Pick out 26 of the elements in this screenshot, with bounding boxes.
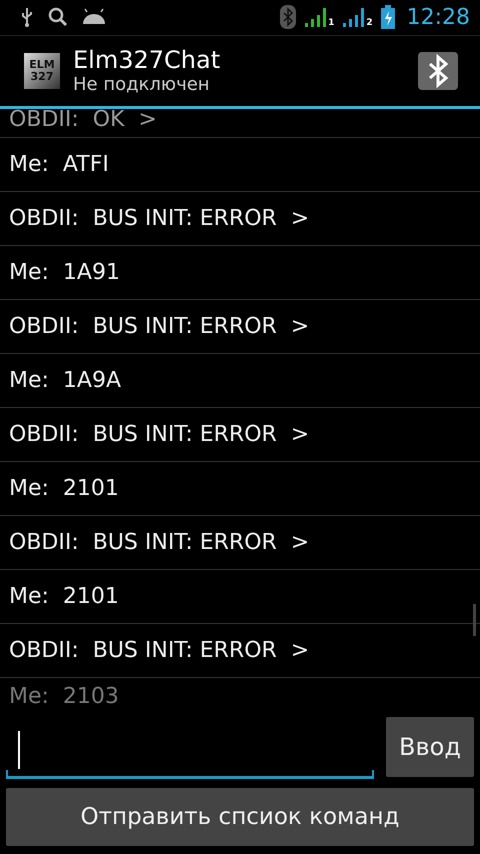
bluetooth-icon xyxy=(280,5,296,30)
app-logo: ELM 327 xyxy=(24,52,60,89)
usb-icon xyxy=(20,7,34,28)
sim-number: 1 xyxy=(328,19,334,28)
chat-message: OBDII: BUS INIT: ERROR > xyxy=(9,206,310,231)
chat-message: Me: 2101 xyxy=(9,476,119,501)
chat-message: Me: 1A9A xyxy=(9,368,122,393)
battery-icon xyxy=(380,5,395,30)
chat-message: Me: 2101 xyxy=(9,584,119,609)
send-list-button[interactable]: Отправить спсиок команд xyxy=(6,788,474,846)
app-title: Elm327Chat xyxy=(73,46,222,74)
chat-message: OBDII: BUS INIT: ERROR > xyxy=(9,422,310,447)
chat-message: OBDII: BUS INIT: ERROR > xyxy=(9,530,310,555)
bluetooth-button[interactable] xyxy=(418,52,458,90)
chat-message: Me: 2103 xyxy=(9,684,119,708)
connection-status: Не подключен xyxy=(73,74,211,96)
chat-message: OBDII: OK > xyxy=(9,108,157,131)
chat-message: Me: 1A91 xyxy=(9,260,120,285)
chat-message: OBDII: BUS INIT: ERROR > xyxy=(9,314,310,339)
clock-time: 12:28 xyxy=(406,4,470,30)
chat-message: OBDII: BUS INIT: ERROR > xyxy=(9,638,310,663)
chat-message: Me: ATFI xyxy=(9,152,109,177)
sim-number: 2 xyxy=(366,19,373,28)
android-icon xyxy=(82,8,106,26)
enter-button[interactable]: Ввод xyxy=(386,717,474,778)
search-icon xyxy=(48,7,68,28)
